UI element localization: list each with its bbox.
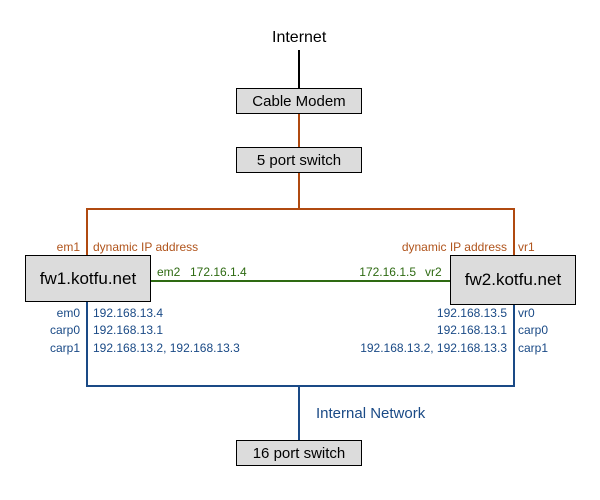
fw2-internal-address: 192.168.13.2, 192.168.13.3: [360, 341, 507, 355]
cable-modem-label: Cable Modem: [252, 92, 346, 110]
external-bus: [86, 208, 515, 210]
sync-link: [151, 280, 450, 282]
fw1-internal-address: 192.168.13.1: [93, 323, 164, 337]
switch-external-drop: [298, 173, 300, 209]
fw2-internal-interface: carp0: [518, 323, 549, 337]
fw1-external-link: [86, 208, 88, 256]
switch-5-port-label: 5 port switch: [256, 151, 342, 169]
fw1-internal-interface: em0: [56, 306, 80, 320]
modem-switch-link: [298, 114, 300, 148]
switch-16-port-node: 16 port switch: [236, 440, 362, 466]
fw2-node: fw2.kotfu.net: [450, 255, 576, 305]
internal-bus: [86, 385, 515, 387]
fw2-sync-address: 172.16.1.5: [359, 265, 416, 279]
fw2-label: fw2.kotfu.net: [464, 270, 562, 289]
switch-5-port-node: 5 port switch: [236, 147, 362, 173]
fw1-label: fw1.kotfu.net: [39, 268, 137, 288]
fw2-sync-interface: vr2: [425, 265, 442, 279]
internal-network-label: Internal Network: [316, 405, 426, 422]
fw2-external-interface: vr1: [518, 240, 535, 254]
fw1-internal-interface: carp0: [49, 323, 80, 337]
fw1-internal-link: [86, 302, 88, 387]
switch-16-link: [298, 385, 300, 442]
fw1-sync-interface: em2: [157, 265, 181, 279]
fw2-internal-address: 192.168.13.1: [436, 323, 507, 337]
internet-label: Internet: [272, 29, 327, 46]
fw2-external-link: [513, 208, 515, 256]
fw2-internal-address: 192.168.13.5: [436, 306, 507, 320]
fw2-external-address: dynamic IP address: [401, 240, 507, 254]
fw2-internal-link: [513, 305, 515, 387]
switch-16-port-label: 16 port switch: [252, 444, 346, 462]
fw1-node: fw1.kotfu.net: [25, 255, 151, 302]
fw1-internal-address: 192.168.13.2, 192.168.13.3: [93, 341, 240, 355]
fw1-internal-address: 192.168.13.4: [93, 306, 164, 320]
fw1-internal-interface: carp1: [49, 341, 80, 355]
fw2-internal-interface: vr0: [518, 306, 535, 320]
internet-link: [298, 50, 300, 88]
fw1-external-address: dynamic IP address: [93, 240, 199, 254]
fw1-external-interface: em1: [56, 240, 80, 254]
fw1-sync-address: 172.16.1.4: [190, 265, 247, 279]
fw2-internal-interface: carp1: [518, 341, 549, 355]
cable-modem-node: Cable Modem: [236, 88, 362, 114]
